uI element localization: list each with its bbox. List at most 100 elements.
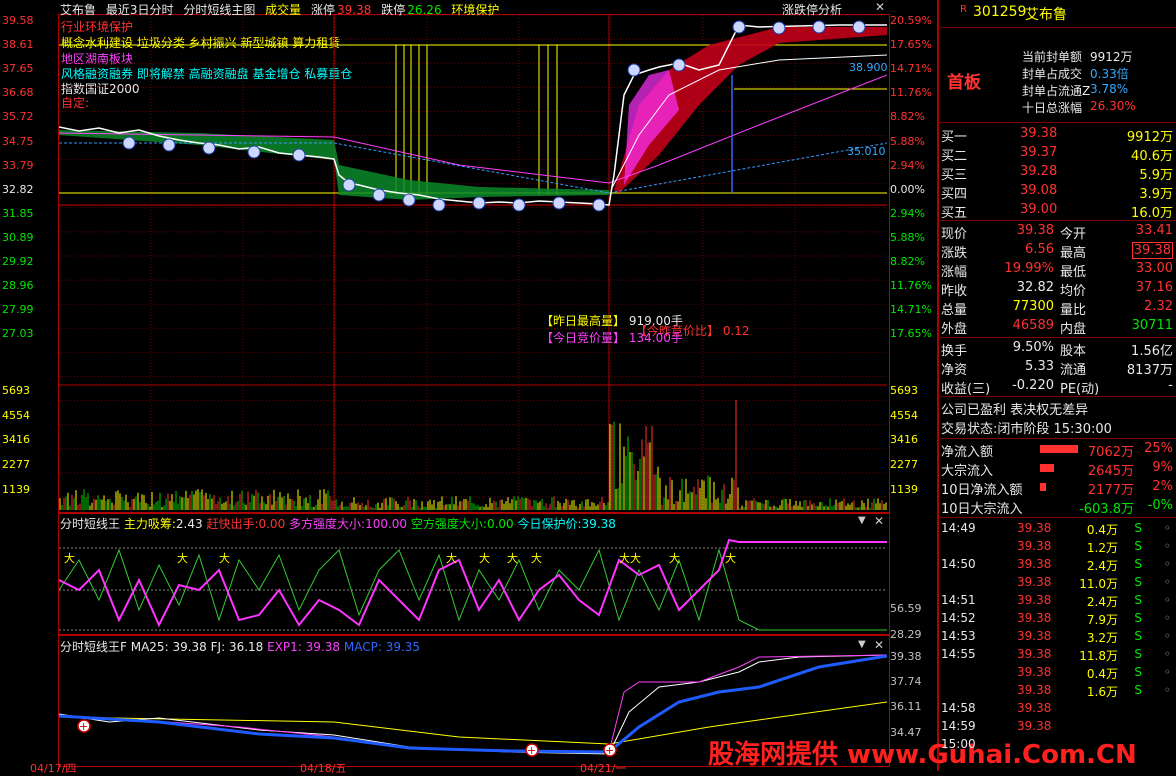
bid-row[interactable]: 买五 39.00 16.0万 [940, 202, 1176, 221]
svg-text:大: 大 [219, 551, 230, 565]
bid-price: 39.08 [1020, 183, 1058, 198]
panel3-menu-icon[interactable]: ▼ [858, 639, 866, 650]
volume-tick-right: 3416 [890, 433, 918, 447]
tick-price: 39.38 [1017, 611, 1052, 625]
smiley-marker [772, 21, 786, 35]
flow-row: 10日大宗流入 -603.8万 -0% [940, 498, 1176, 517]
price-tick-left: 28.96 [2, 279, 34, 293]
quote-value: 77300 [1012, 299, 1054, 314]
panel2-close-icon[interactable]: ✕ [874, 514, 884, 528]
bid-row[interactable]: 买一 39.38 9912万 [940, 126, 1176, 145]
quote-value: 46589 [1012, 318, 1054, 333]
bid-volume: 5.9万 [1139, 168, 1173, 183]
price-tick-right: 17.65% [890, 38, 932, 52]
tick-side: S [1134, 557, 1142, 571]
panel2-menu-icon[interactable]: ▼ [858, 515, 866, 526]
quote-value: 6.56 [1025, 242, 1054, 257]
tick-volume: 2.4万 [1086, 559, 1118, 573]
quote-value: 32.82 [1016, 280, 1054, 295]
stock-title-bar: R 301259 艾布鲁 [940, 2, 1176, 24]
price-line [59, 24, 887, 206]
fin-value: -0.220 [1012, 378, 1054, 393]
price-tick-right: 20.59% [890, 14, 932, 27]
flow-label: 10日大宗流入 [941, 502, 1023, 517]
flow-pct: 2% [1152, 479, 1173, 494]
smiley-marker [402, 193, 416, 207]
divider [940, 438, 1176, 439]
quote-row: 涨幅 19.99% 最低 33.00 [940, 261, 1176, 280]
panel3-axis-2: 37.74 [890, 675, 922, 688]
tick-side: S [1134, 593, 1142, 607]
price-tick-right: 14.71% [890, 303, 932, 317]
quote-row: 昨收 32.82 均价 37.16 [940, 280, 1176, 299]
tick-volume: 7.9万 [1086, 613, 1118, 627]
price-tick-left: 31.85 [2, 206, 34, 220]
price-tick-right: 0.00% [890, 182, 925, 196]
tick-volume: 1.2万 [1086, 541, 1118, 555]
bid-price: 39.38 [1020, 126, 1058, 141]
fin-value: - [1168, 378, 1173, 393]
tick-time: 14:59 [941, 719, 976, 733]
quote-row: 总量 77300 量比 2.32 [940, 299, 1176, 318]
bid-row[interactable]: 买四 39.08 3.9万 [940, 183, 1176, 202]
flow-bar [1040, 464, 1054, 472]
fin-row: 净资 5.33 流通 8137万 [940, 359, 1176, 378]
price-tick-left: 34.75 [2, 134, 34, 148]
quote-label: 外盘 [941, 322, 968, 337]
tick-time: 14:55 [941, 647, 976, 661]
tick-price: 39.38 [1017, 521, 1052, 535]
tick-dot-icon: ◦ [1163, 629, 1171, 643]
tick-side: S [1134, 611, 1142, 625]
quote-label: 现价 [941, 227, 968, 242]
flow-row: 净流入额 7062万 25% [940, 441, 1176, 460]
panel3-close-icon[interactable]: ✕ [874, 638, 884, 652]
divider [940, 122, 1176, 123]
tick-price: 39.38 [1017, 575, 1052, 589]
tick-side: S [1134, 539, 1142, 553]
price-tick-right: 8.82% [890, 110, 925, 124]
tick-row: 14:53 39.38 3.2万 S ◦ [940, 628, 1176, 646]
divider [940, 396, 1176, 397]
flow-bar [1040, 445, 1078, 453]
panel2-axis-bottom: 28.29 [890, 628, 922, 641]
panel3-axis-3: 36.11 [890, 700, 922, 713]
svg-text:大: 大 [479, 551, 490, 565]
fin-label: 换手 [941, 344, 968, 359]
quote-label: 最高 [1060, 246, 1087, 261]
quote-value: 30711 [1131, 318, 1173, 333]
flow-value: -603.8万 [1079, 502, 1134, 517]
smiley-marker [122, 136, 136, 150]
smiley-marker [432, 198, 446, 212]
price-tick-left: 27.99 [2, 303, 34, 317]
tick-dot-icon: ◦ [1163, 521, 1171, 535]
smiley-marker [512, 198, 526, 212]
analysis-close-icon[interactable]: ✕ [875, 0, 885, 14]
notice-text: 公司已盈利 表决权无差异 [941, 403, 1089, 418]
fin-label: 净资 [941, 363, 968, 378]
quote-value: 19.99% [1004, 261, 1054, 276]
price-tick-left: 30.89 [2, 230, 34, 244]
divider [940, 337, 1176, 338]
tick-row: 14:55 39.38 11.8万 S ◦ [940, 646, 1176, 664]
smiley-marker [202, 141, 216, 155]
fin-label: 流通 [1060, 363, 1087, 378]
flow-label: 10日净流入额 [941, 483, 1023, 498]
smiley-marker [552, 196, 566, 210]
seal-label: 封单占流通Z [1022, 84, 1091, 98]
price-tick-right: 17.65% [890, 327, 932, 341]
panel2-title[interactable]: 分时短线王 [60, 517, 120, 531]
volume-tick-right: 2277 [890, 458, 918, 472]
date-label-1: 04/17/四 [30, 762, 77, 775]
tick-row: 14:58 39.38 [940, 700, 1176, 718]
price-tick-right: 8.82% [890, 255, 925, 268]
svg-text:大: 大 [531, 551, 542, 565]
fin-value: 1.56亿 [1131, 344, 1173, 359]
bid-row[interactable]: 买二 39.37 40.6万 [940, 145, 1176, 164]
bid-row[interactable]: 买三 39.28 5.9万 [940, 164, 1176, 183]
volume-tick-right: 5693 [890, 384, 918, 397]
tick-dot-icon: ◦ [1163, 557, 1171, 571]
svg-text:大: 大 [725, 551, 736, 565]
tick-dot-icon: ◦ [1163, 647, 1171, 661]
tick-volume: 1.6万 [1086, 685, 1118, 699]
price-tick-right: 2.94% [890, 158, 925, 172]
